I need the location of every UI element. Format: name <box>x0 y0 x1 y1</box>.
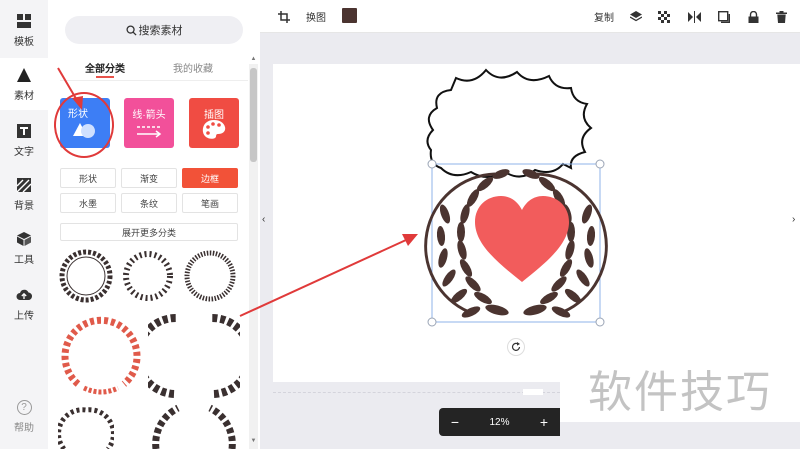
search-icon <box>125 24 137 36</box>
zoom-out-button[interactable]: − <box>439 414 471 430</box>
material-panel: 搜索素材 全部分类 我的收藏 形状 线·箭头 插图 形状 渐变 边框 水墨 条纹… <box>48 0 260 449</box>
category-illustration[interactable]: 插图 <box>189 98 239 148</box>
crop-button[interactable] <box>278 0 290 33</box>
text-icon <box>17 123 31 138</box>
wreath-thumbnail-3[interactable] <box>182 248 238 304</box>
delete-button[interactable] <box>776 0 787 33</box>
shadow-button[interactable] <box>718 0 730 33</box>
palette-icon <box>202 120 226 139</box>
background-icon <box>16 177 32 192</box>
rail-label-help: 帮助 <box>14 423 34 434</box>
design-canvas[interactable] <box>273 64 800 382</box>
expand-right-chevron-icon[interactable]: › <box>792 214 800 230</box>
wreath-thumbnail-6[interactable] <box>148 402 240 449</box>
top-toolbar: 换图 复制 <box>260 0 800 33</box>
collapse-panel-chevron-icon[interactable]: ‹ <box>262 214 272 230</box>
wreath-thumbnail-laurel[interactable] <box>148 310 240 402</box>
flip-button[interactable] <box>688 0 701 33</box>
left-icon-rail: 模板 素材 文字 背景 工具 上传 ? 帮助 <box>0 0 48 449</box>
resize-handle-top-left <box>427 159 437 169</box>
rail-label-tools: 工具 <box>14 254 34 266</box>
zoom-control: − 12% + <box>439 408 560 436</box>
resize-handle-bottom-right <box>595 317 605 327</box>
resize-handle-top-right <box>595 159 605 169</box>
material-icon <box>17 67 31 82</box>
rail-item-template[interactable]: 模板 <box>0 4 48 56</box>
panel-scroll-thumb[interactable] <box>250 68 257 162</box>
badge-outline-shape <box>426 68 593 178</box>
trash-icon <box>776 10 787 23</box>
scroll-down-icon[interactable]: ▼ <box>250 438 257 444</box>
annotation-arrow-to-shape <box>57 67 83 110</box>
rail-item-material[interactable]: 素材 <box>0 58 48 110</box>
layer-button[interactable] <box>630 0 642 33</box>
wreath-thumbnail-5[interactable] <box>58 402 114 449</box>
chip-gradient[interactable]: 渐变 <box>121 168 177 188</box>
rotate-icon <box>511 342 521 351</box>
page-indicator <box>523 389 543 395</box>
swap-image-button[interactable]: 换图 <box>306 0 326 33</box>
upload-icon <box>16 289 32 300</box>
watermark: 软件技巧 <box>560 354 800 422</box>
chip-ink[interactable]: 水墨 <box>60 193 116 213</box>
tools-icon <box>17 231 31 246</box>
crop-icon <box>278 10 290 23</box>
rail-item-upload[interactable]: 上传 <box>0 278 48 330</box>
chip-shape[interactable]: 形状 <box>60 168 116 188</box>
zoom-in-button[interactable]: + <box>528 414 560 430</box>
transparency-icon <box>658 10 670 23</box>
rail-item-background[interactable]: 背景 <box>0 168 48 220</box>
page-divider <box>273 392 565 393</box>
category-line-arrow[interactable]: 线·箭头 <box>124 98 174 148</box>
flip-icon <box>688 10 701 23</box>
wreath-thumbnail-red[interactable] <box>58 310 144 396</box>
layers-icon <box>630 10 642 21</box>
rail-label-background: 背景 <box>14 200 34 212</box>
rail-label-text: 文字 <box>14 146 34 158</box>
copy-button[interactable]: 复制 <box>594 0 614 33</box>
rotate-handle[interactable] <box>507 338 525 356</box>
scroll-up-icon[interactable]: ▲ <box>250 56 257 62</box>
rail-item-help[interactable]: ? 帮助 <box>0 400 48 440</box>
tab-my-favorites[interactable]: 我的收藏 <box>173 60 213 75</box>
chip-stripe[interactable]: 条纹 <box>121 193 177 213</box>
lock-icon <box>748 10 759 23</box>
rail-item-tools[interactable]: 工具 <box>0 222 48 274</box>
rail-label-template: 模板 <box>14 36 34 48</box>
canvas-artwork <box>424 68 608 327</box>
chip-stroke[interactable]: 笔画 <box>182 193 238 213</box>
chip-border[interactable]: 边框 <box>182 168 238 188</box>
line-arrow-icon <box>137 126 162 138</box>
rail-label-material: 素材 <box>14 90 34 102</box>
wreath-thumbnail-1[interactable] <box>58 248 114 304</box>
heart-shape <box>475 196 569 282</box>
resize-handle-bottom-left <box>427 317 437 327</box>
annotation-arrow-to-canvas <box>239 234 418 317</box>
rail-label-upload: 上传 <box>14 310 34 322</box>
wreath-thumbnail-2[interactable] <box>120 248 176 304</box>
search-label: 搜索素材 <box>138 25 183 37</box>
help-icon: ? <box>16 400 32 415</box>
transparency-button[interactable] <box>658 0 670 33</box>
search-button[interactable]: 搜索素材 <box>65 16 243 44</box>
zoom-value: 12% <box>489 416 510 428</box>
lock-button[interactable] <box>748 0 759 33</box>
template-icon <box>17 13 31 28</box>
color-swatch[interactable] <box>342 8 357 23</box>
shadow-icon <box>718 10 730 23</box>
expand-more-categories-button[interactable]: 展开更多分类 <box>60 223 238 241</box>
rail-item-text[interactable]: 文字 <box>0 114 48 166</box>
